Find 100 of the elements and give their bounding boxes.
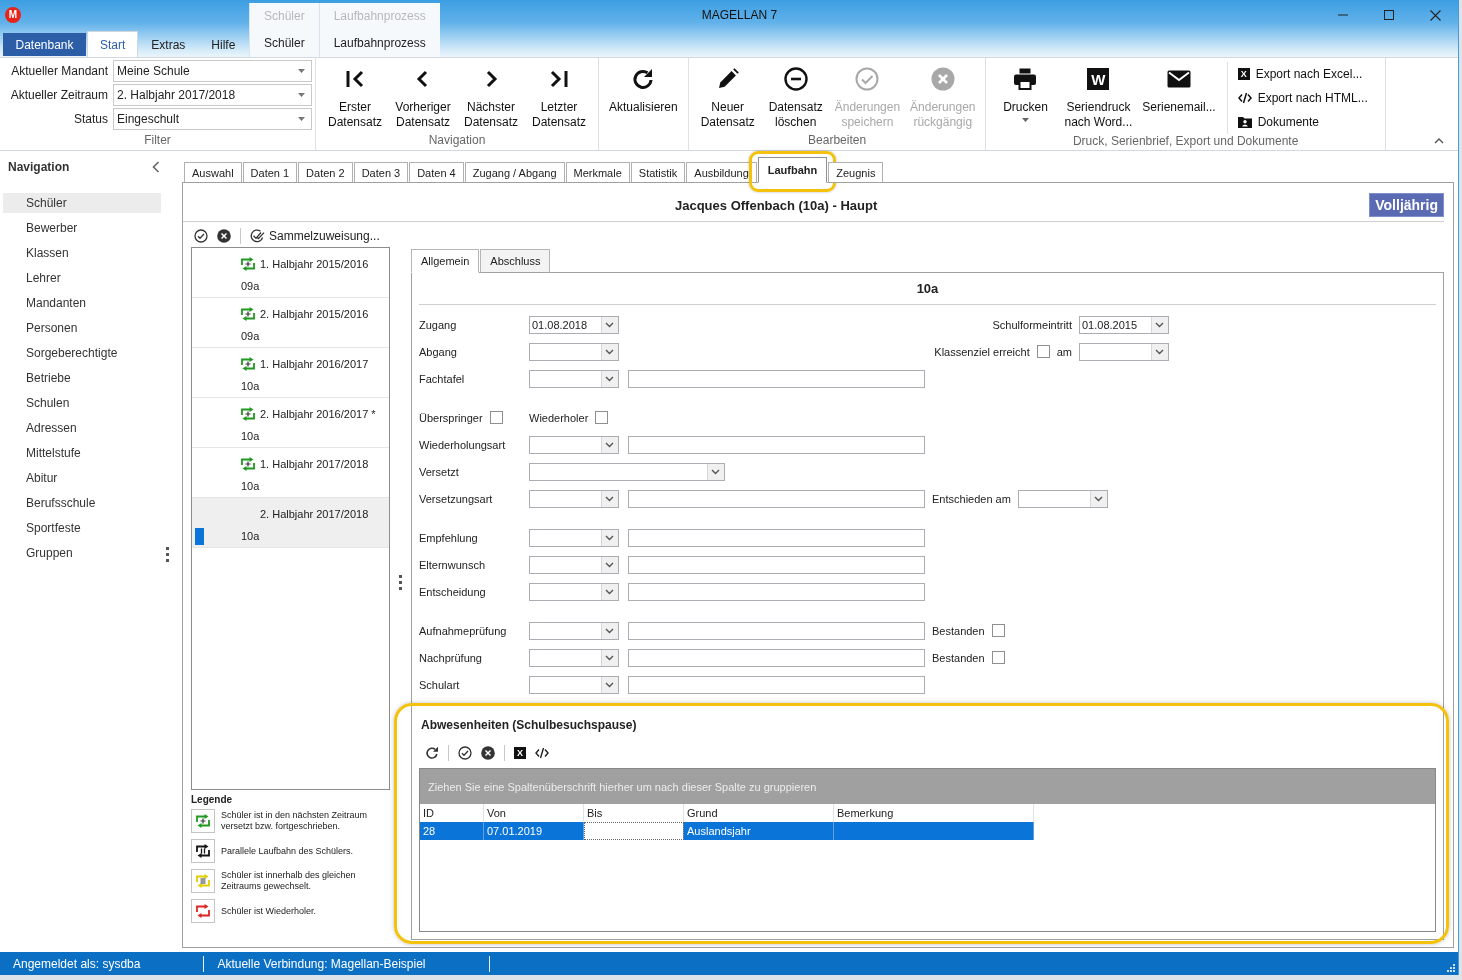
tab[interactable]: Auswahl: [184, 162, 242, 183]
ribbon-link-button[interactable]: Dokumente: [1237, 110, 1368, 134]
ribbon-link-button[interactable]: X Export nach Excel...: [1237, 62, 1368, 86]
nav-item[interactable]: Bewerber: [3, 218, 161, 238]
dropdown-field[interactable]: [529, 555, 619, 574]
period-item[interactable]: 2. Halbjahr 2017/2018 10a: [192, 498, 389, 548]
dropdown-field[interactable]: [529, 528, 619, 547]
text-field[interactable]: [628, 369, 925, 388]
close-icon[interactable]: [1429, 9, 1441, 21]
tab[interactable]: Zeugnis: [828, 162, 884, 183]
ribbon-button[interactable]: Neuer Datensatz: [693, 58, 762, 130]
nav-item[interactable]: Schüler: [3, 193, 161, 213]
dropdown-field[interactable]: 01.08.2015: [1079, 315, 1169, 334]
ribbon-button[interactable]: W Seriendruck nach Word...: [1059, 58, 1138, 130]
tab[interactable]: Allgemein: [411, 249, 480, 273]
dropdown-field[interactable]: [1079, 342, 1169, 361]
text-field[interactable]: [628, 582, 925, 601]
ribbon-button[interactable]: Aktualisieren: [604, 58, 683, 115]
period-item[interactable]: 1. Halbjahr 2015/2016 09a: [192, 248, 389, 298]
tab[interactable]: Daten 4: [409, 162, 464, 183]
filter-dropdown[interactable]: 2. Halbjahr 2017/2018: [113, 84, 312, 106]
tab[interactable]: Laufbahn: [757, 157, 828, 183]
ribbon-button[interactable]: Serienemail...: [1137, 58, 1221, 115]
check-circle-icon[interactable]: [194, 229, 208, 243]
nav-item[interactable]: Berufsschule: [3, 493, 161, 513]
ribbon-button[interactable]: Drucken: [991, 58, 1060, 122]
tab[interactable]: Daten 1: [242, 162, 298, 183]
tab[interactable]: Daten 2: [298, 162, 353, 183]
letter-tile-icon[interactable]: X: [514, 747, 526, 759]
nav-item[interactable]: Personen: [3, 318, 161, 338]
dropdown-field[interactable]: 01.08.2018: [529, 315, 619, 334]
dropdown-field[interactable]: [529, 648, 619, 667]
period-item[interactable]: 1. Halbjahr 2016/2017 10a: [192, 348, 389, 398]
ribbon-link-button[interactable]: Export nach HTML...: [1237, 86, 1368, 110]
tab[interactable]: Daten 3: [353, 162, 409, 183]
ribbon-tab[interactable]: Extras: [138, 31, 199, 57]
table-row[interactable]: 28 07.01.2019 Auslandsjahr: [420, 822, 1034, 840]
ribbon-button[interactable]: Nächster Datensatz: [457, 58, 525, 130]
tab[interactable]: Merkmale: [565, 162, 630, 183]
filter-dropdown[interactable]: Meine Schule: [113, 60, 312, 82]
check-circle-icon[interactable]: [458, 746, 472, 760]
maximize-icon[interactable]: [1384, 10, 1394, 20]
dropdown-field[interactable]: [529, 675, 619, 694]
resize-grip-icon[interactable]: [1447, 964, 1455, 972]
filter-dropdown[interactable]: Eingeschult: [113, 108, 312, 130]
nav-item[interactable]: Lehrer: [3, 268, 161, 288]
code-icon[interactable]: [535, 747, 549, 759]
dropdown-field[interactable]: [529, 435, 619, 454]
text-field[interactable]: [628, 648, 925, 667]
nav-item[interactable]: Mandanten: [3, 293, 161, 313]
nav-item[interactable]: Mittelstufe: [3, 443, 161, 463]
tab[interactable]: Abschluss: [480, 249, 551, 273]
ribbon-tab[interactable]: Laufbahnprozess: [319, 28, 440, 57]
checkbox[interactable]: [991, 651, 1005, 664]
x-circle-icon[interactable]: [217, 229, 231, 243]
tab[interactable]: Zugang / Abgang: [464, 162, 565, 183]
ribbon-button[interactable]: Erster Datensatz: [321, 58, 389, 130]
collapse-ribbon-icon[interactable]: [1434, 138, 1444, 144]
ribbon-tab[interactable]: Start: [87, 31, 139, 57]
nav-item[interactable]: Abitur: [3, 468, 161, 488]
ribbon-button[interactable]: Vorheriger Datensatz: [389, 58, 457, 130]
text-field[interactable]: [628, 675, 925, 694]
nav-item[interactable]: Betriebe: [3, 368, 161, 388]
dropdown-field[interactable]: [529, 342, 619, 361]
ribbon-button[interactable]: Letzter Datensatz: [525, 58, 593, 130]
nav-item[interactable]: Adressen: [3, 418, 161, 438]
tab[interactable]: Statistik: [630, 162, 686, 183]
checkbox[interactable]: [991, 624, 1005, 637]
bulk-assign-button[interactable]: Sammelzuweisung...: [250, 229, 380, 243]
chevron-left-icon[interactable]: [152, 161, 160, 173]
nav-item[interactable]: Sportfeste: [3, 518, 161, 538]
period-item[interactable]: 2. Halbjahr 2015/2016 09a: [192, 298, 389, 348]
dropdown-field[interactable]: [529, 489, 619, 508]
text-field[interactable]: [628, 489, 925, 508]
dropdown-field[interactable]: [529, 621, 619, 640]
ribbon-tab[interactable]: Hilfe: [198, 31, 249, 57]
checkbox[interactable]: [1036, 345, 1050, 358]
nav-item[interactable]: Schulen: [3, 393, 161, 413]
nav-item[interactable]: Sorgeberechtigte: [3, 343, 161, 363]
dropdown-field[interactable]: [529, 462, 725, 481]
dropdown-field[interactable]: [529, 582, 619, 601]
dropdown-field[interactable]: [529, 369, 619, 388]
nav-item[interactable]: Klassen: [3, 243, 161, 263]
text-field[interactable]: [628, 528, 925, 547]
nav-item[interactable]: Gruppen: [3, 543, 161, 563]
dropdown-field[interactable]: [1017, 489, 1108, 508]
drag-handle-icon[interactable]: [399, 575, 402, 590]
ribbon-tab[interactable]: Schüler: [250, 28, 319, 57]
checkbox[interactable]: [595, 411, 609, 424]
checkbox[interactable]: [489, 411, 503, 424]
text-field[interactable]: [628, 435, 925, 454]
period-item[interactable]: 2. Halbjahr 2016/2017 * 10a: [192, 398, 389, 448]
refresh-icon[interactable]: [425, 746, 439, 760]
file-menu-tab[interactable]: Datenbank: [3, 33, 86, 56]
drag-handle-icon[interactable]: [166, 547, 169, 562]
text-field[interactable]: [628, 621, 925, 640]
tab[interactable]: Ausbildung: [686, 162, 757, 183]
text-field[interactable]: [628, 555, 925, 574]
ribbon-button[interactable]: Datensatz löschen: [761, 58, 830, 130]
x-circle-icon[interactable]: [481, 746, 495, 760]
